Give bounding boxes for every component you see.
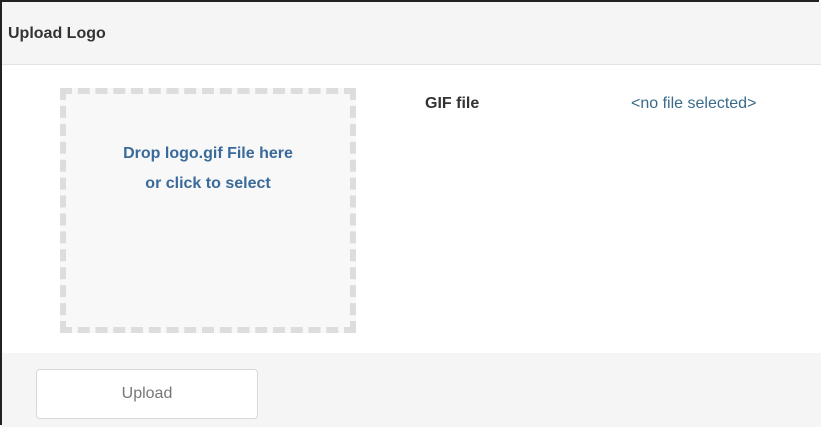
panel-footer: Upload (2, 353, 821, 427)
selected-file-value: <no file selected> (631, 95, 757, 112)
upload-logo-panel: Upload Logo Drop logo.gif File here or c… (0, 0, 821, 427)
panel-header: Upload Logo (2, 2, 821, 65)
panel-title: Upload Logo (8, 25, 106, 42)
logo-dropzone[interactable]: Drop logo.gif File here or click to sele… (60, 88, 356, 333)
dropzone-line-1: Drop logo.gif File here (123, 145, 293, 162)
upload-button[interactable]: Upload (36, 369, 258, 419)
panel-body: Drop logo.gif File here or click to sele… (2, 65, 821, 353)
dropzone-line-2: or click to select (145, 175, 271, 192)
dropzone-text: Drop logo.gif File here or click to sele… (66, 139, 350, 199)
gif-file-label: GIF file (425, 95, 480, 112)
